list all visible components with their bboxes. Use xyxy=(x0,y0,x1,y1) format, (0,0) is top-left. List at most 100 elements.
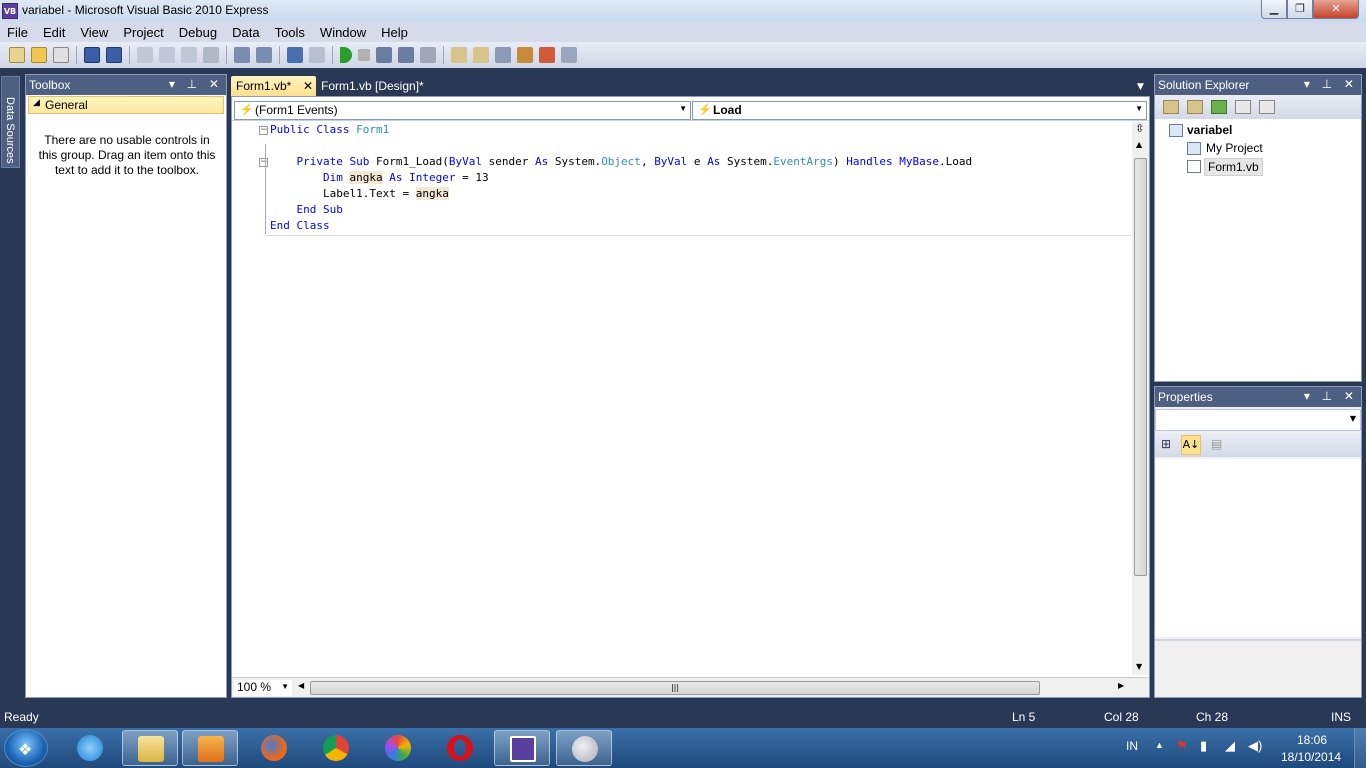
menu-project[interactable]: Project xyxy=(116,25,171,40)
properties-icon[interactable] xyxy=(473,47,489,63)
save-icon[interactable] xyxy=(84,47,100,63)
redo-icon[interactable] xyxy=(309,47,325,63)
cut-icon[interactable] xyxy=(137,47,153,63)
scroll-right-icon[interactable]: ▶ xyxy=(1118,681,1124,690)
properties-icon[interactable] xyxy=(1163,100,1179,114)
tab-overflow-icon[interactable]: ▼ xyxy=(1137,82,1144,92)
new-project-icon[interactable] xyxy=(9,47,25,63)
data-sources-tab[interactable]: Data Sources xyxy=(1,76,20,168)
solution-explorer-icon[interactable] xyxy=(451,47,467,63)
taskbar-media-player[interactable] xyxy=(182,730,238,766)
taskbar-chrome[interactable] xyxy=(308,730,364,766)
toolbar-separator xyxy=(279,46,280,64)
show-desktop-button[interactable] xyxy=(1354,728,1366,768)
step-out-icon[interactable] xyxy=(420,47,436,63)
menu-data[interactable]: Data xyxy=(225,25,267,40)
vertical-scroll-thumb[interactable] xyxy=(1134,158,1147,576)
add-item-icon[interactable] xyxy=(53,47,69,63)
object-selector-combo[interactable]: ▼ xyxy=(1155,409,1361,431)
scroll-left-icon[interactable]: ◀ xyxy=(298,681,304,690)
volume-icon[interactable]: ◀) xyxy=(1248,738,1262,754)
menu-file[interactable]: File xyxy=(0,25,36,40)
undo-icon[interactable] xyxy=(287,47,303,63)
paste-icon[interactable] xyxy=(181,47,197,63)
pane-controls[interactable]: ▾ ⊥ ✕ xyxy=(1304,77,1358,91)
tab-form1-vb[interactable]: Form1.vb* ✕ xyxy=(231,76,316,96)
property-grid[interactable] xyxy=(1155,459,1361,637)
scroll-up-icon[interactable]: ▲ xyxy=(1136,140,1142,149)
refresh-icon[interactable] xyxy=(1211,100,1227,114)
copy-icon[interactable] xyxy=(159,47,175,63)
categorized-icon[interactable]: ⊞ xyxy=(1161,437,1171,451)
find-icon[interactable] xyxy=(203,47,219,63)
extension-icon[interactable] xyxy=(539,47,555,63)
taskbar-opera[interactable] xyxy=(432,730,488,766)
network-icon[interactable]: ◢ xyxy=(1225,738,1235,754)
uncomment-icon[interactable] xyxy=(256,47,272,63)
maximize-button[interactable]: ❐ xyxy=(1287,0,1313,19)
step-into-icon[interactable] xyxy=(376,47,392,63)
menu-help[interactable]: Help xyxy=(374,25,416,40)
action-center-icon[interactable]: ⚑ xyxy=(1176,738,1188,754)
taskbar-visual-basic[interactable] xyxy=(494,730,550,766)
menu-edit[interactable]: Edit xyxy=(36,25,73,40)
menu-window[interactable]: Window xyxy=(313,25,374,40)
clock-date[interactable]: 18/10/2014 xyxy=(1281,750,1341,764)
event-icon: ⚡ xyxy=(698,104,712,116)
vertical-scrollbar[interactable]: ⇳ ▲ ▼ xyxy=(1132,122,1149,675)
start-icon[interactable] xyxy=(340,47,352,63)
open-icon[interactable] xyxy=(31,47,47,63)
step-over-icon[interactable] xyxy=(398,47,414,63)
show-hidden-icons-icon[interactable]: ▲ xyxy=(1155,740,1164,750)
start-button[interactable]: ❖ xyxy=(4,729,48,767)
menu-tools[interactable]: Tools xyxy=(268,25,313,40)
menu-debug[interactable]: Debug xyxy=(172,25,225,40)
show-all-files-icon[interactable] xyxy=(1187,100,1203,114)
more-icon[interactable] xyxy=(561,47,577,63)
taskbar-paint[interactable] xyxy=(556,730,612,766)
app-icon[interactable]: VB xyxy=(2,3,18,19)
property-pages-icon[interactable]: ▤ xyxy=(1211,437,1222,451)
menu-view[interactable]: View xyxy=(73,25,116,40)
solution-explorer-toolbar xyxy=(1155,95,1361,119)
input-language[interactable]: IN xyxy=(1126,739,1138,753)
save-all-icon[interactable] xyxy=(106,47,122,63)
tree-item-form1[interactable]: Form1.vb xyxy=(1204,158,1263,176)
method-name-value: Load xyxy=(713,103,742,117)
stop-icon[interactable] xyxy=(358,49,370,61)
clock-time[interactable]: 18:06 xyxy=(1297,733,1327,747)
class-name-combo[interactable]: ⚡ (Form1 Events) ▼ xyxy=(234,101,691,120)
end-of-code-line xyxy=(266,235,1132,236)
close-tab-icon[interactable]: ✕ xyxy=(303,79,313,93)
collapse-sub-icon[interactable]: − xyxy=(259,158,268,167)
alphabetical-icon[interactable]: A↓ xyxy=(1181,435,1201,455)
pane-controls[interactable]: ▾ ⊥ ✕ xyxy=(169,77,223,91)
horizontal-scroll-thumb[interactable]: ||| xyxy=(310,681,1040,695)
minimize-button[interactable]: ▁ xyxy=(1261,0,1287,19)
pane-controls[interactable]: ▾ ⊥ ✕ xyxy=(1304,389,1358,403)
method-name-combo[interactable]: ⚡ Load ▼ xyxy=(692,101,1147,120)
collapse-class-icon[interactable]: − xyxy=(259,126,268,135)
scroll-down-icon[interactable]: ▼ xyxy=(1136,662,1142,671)
object-browser-icon[interactable] xyxy=(495,47,511,63)
toolbox-title: Toolbox xyxy=(29,78,71,92)
zoom-combo[interactable]: 100 % ▼ xyxy=(234,680,292,696)
taskbar-firefox[interactable] xyxy=(246,730,302,766)
view-designer-icon[interactable] xyxy=(1259,100,1275,114)
close-button[interactable]: ✕ xyxy=(1313,0,1359,19)
taskbar-internet-explorer[interactable] xyxy=(62,730,118,766)
tree-item-my-project[interactable]: My Project xyxy=(1206,141,1263,155)
code-editor[interactable]: ⚡ (Form1 Events) ▼ ⚡ Load ▼ − − Public C… xyxy=(231,96,1150,698)
taskbar-file-explorer[interactable] xyxy=(122,730,178,766)
taskbar-picasa[interactable] xyxy=(370,730,426,766)
code-text[interactable]: Public Class Form1 Private Sub Form1_Loa… xyxy=(270,122,1130,234)
view-code-icon[interactable] xyxy=(1235,100,1251,114)
comment-icon[interactable] xyxy=(234,47,250,63)
tab-form1-design[interactable]: Form1.vb [Design]* xyxy=(316,76,446,96)
split-handle-icon[interactable]: ⇳ xyxy=(1135,122,1144,135)
zoom-value: 100 % xyxy=(237,680,272,694)
power-icon[interactable]: ▮ xyxy=(1200,738,1207,754)
tree-item-project[interactable]: variabel xyxy=(1187,123,1232,137)
toolbox-icon[interactable] xyxy=(517,47,533,63)
toolbox-group-general[interactable]: ◢ General xyxy=(28,96,224,114)
